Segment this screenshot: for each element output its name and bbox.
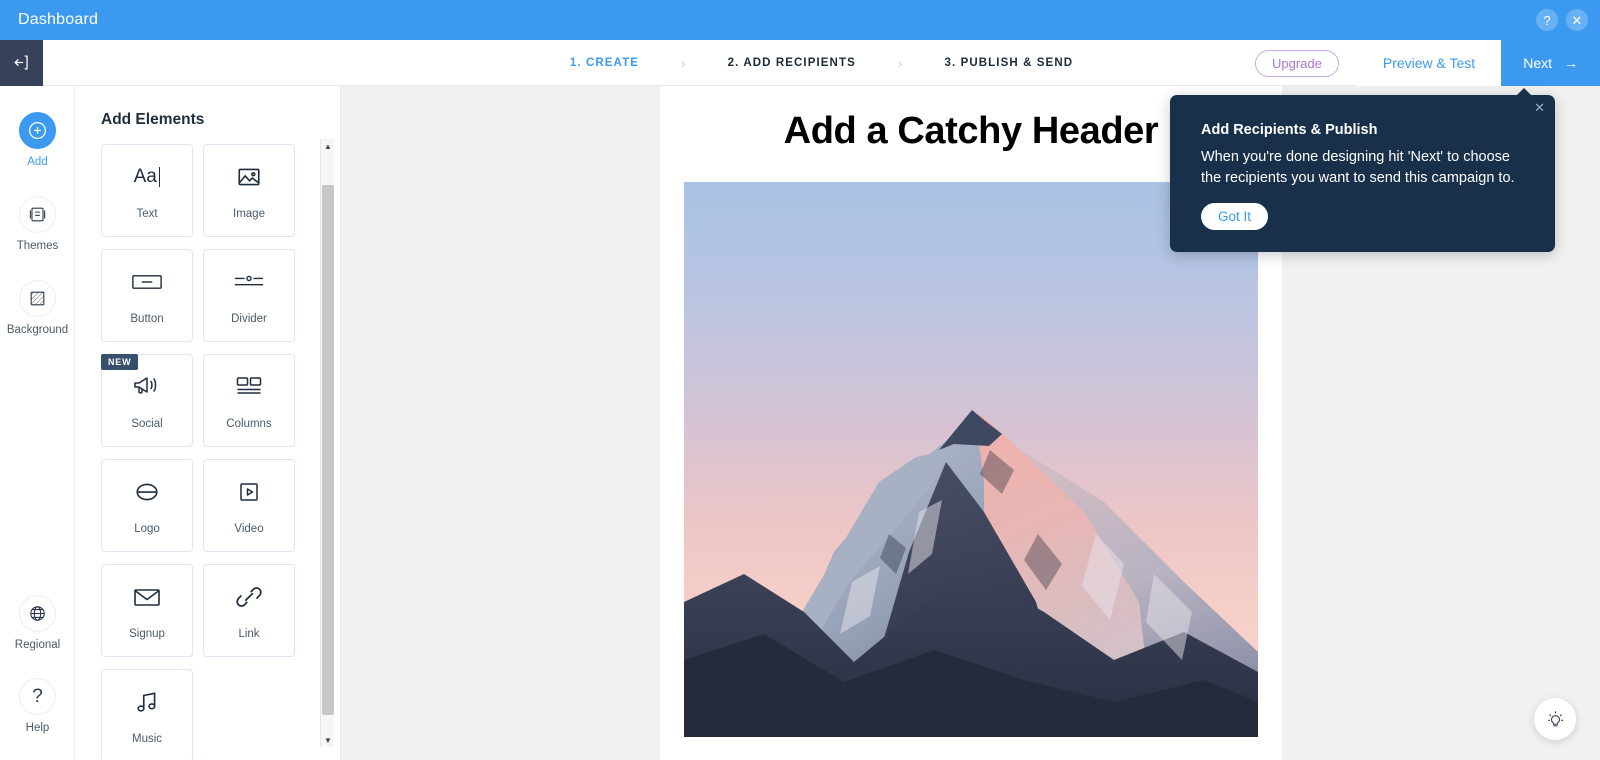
tooltip-close-icon[interactable]: ✕ — [1534, 101, 1545, 114]
element-button[interactable]: Button — [101, 249, 193, 342]
tooltip-title: Add Recipients & Publish — [1201, 122, 1378, 138]
step-separator-1: › — [680, 54, 686, 71]
rail-item-regional[interactable]: Regional — [0, 595, 75, 651]
panel-scrollbar[interactable]: ▲ ▼ — [320, 139, 334, 747]
element-label: Video — [234, 522, 264, 535]
scrollbar-thumb[interactable] — [322, 185, 334, 715]
onboarding-tooltip: ✕ Add Recipients & Publish When you're d… — [1170, 88, 1555, 252]
element-label: Signup — [129, 627, 165, 640]
rail-item-help[interactable]: ? Help — [0, 678, 75, 734]
element-label: Image — [233, 207, 265, 220]
scroll-down-arrow-icon[interactable]: ▼ — [321, 733, 335, 747]
element-label: Music — [131, 732, 163, 745]
background-icon — [19, 280, 56, 317]
next-button-label: Next — [1523, 55, 1552, 71]
video-play-icon — [237, 477, 261, 507]
top-bar-actions: ? ✕ — [1536, 9, 1588, 31]
arrow-right-icon: → — [1564, 55, 1578, 71]
rail-item-background[interactable]: Background — [0, 280, 75, 336]
button-icon — [132, 267, 162, 297]
element-logo[interactable]: Logo — [101, 459, 193, 552]
scroll-up-arrow-icon[interactable]: ▲ — [321, 139, 335, 153]
envelope-icon — [133, 582, 161, 612]
element-label: Divider — [231, 312, 267, 325]
rail-label-regional: Regional — [14, 639, 61, 651]
element-label: Link — [238, 627, 260, 640]
close-icon[interactable]: ✕ — [1566, 9, 1588, 31]
plus-circle-icon — [19, 112, 56, 149]
tooltip-body: When you're done designing hit 'Next' to… — [1201, 149, 1515, 186]
element-link[interactable]: Link — [203, 564, 295, 657]
upgrade-button[interactable]: Upgrade — [1254, 49, 1339, 77]
rail-item-themes[interactable]: Themes — [0, 196, 75, 252]
app-root: Dashboard ? ✕ 1. CREATE › 2. ADD RECIPIE… — [0, 0, 1600, 760]
rail-label-add: Add — [27, 156, 48, 168]
element-signup[interactable]: Signup — [101, 564, 193, 657]
step-create[interactable]: 1. CREATE — [566, 57, 643, 69]
element-divider[interactable]: Divider — [203, 249, 295, 342]
exit-arrow-icon — [14, 55, 28, 70]
preview-and-test-button[interactable]: Preview & Test — [1356, 40, 1502, 86]
divider-icon — [234, 267, 264, 297]
element-label: Columns — [226, 417, 272, 430]
tooltip-pointer — [1516, 88, 1532, 96]
step-add-recipients[interactable]: 2. ADD RECIPIENTS — [724, 57, 860, 69]
panel-title: Add Elements — [101, 111, 205, 128]
themes-icon — [19, 196, 56, 233]
element-social[interactable]: NEW Social — [101, 354, 193, 447]
element-music[interactable]: Music — [101, 669, 193, 760]
element-label: Text — [136, 207, 158, 220]
globe-icon — [19, 595, 56, 632]
columns-icon — [236, 372, 262, 402]
element-label: Social — [131, 417, 163, 430]
element-text[interactable]: Aa Text — [101, 144, 193, 237]
logo-icon — [134, 477, 160, 507]
element-video[interactable]: Video — [203, 459, 295, 552]
element-columns[interactable]: Columns — [203, 354, 295, 447]
tips-fab-button[interactable] — [1534, 698, 1576, 740]
image-icon — [236, 162, 262, 192]
rail-label-background: Background — [6, 324, 69, 336]
elements-grid: Aa Text Image Button Divider NEW Social … — [101, 144, 309, 760]
lightbulb-icon — [1547, 710, 1563, 726]
rail-label-themes: Themes — [16, 240, 59, 252]
back-button[interactable] — [0, 39, 43, 86]
add-elements-panel: Add Elements Aa Text Image Button Divide… — [75, 86, 341, 760]
step-publish-send[interactable]: 3. PUBLISH & SEND — [941, 57, 1078, 69]
step-separator-2: › — [897, 54, 903, 71]
question-mark-icon: ? — [19, 678, 56, 715]
step-bar-actions: Upgrade Preview & Test Next → — [1254, 40, 1600, 86]
rail-item-add[interactable]: Add — [0, 112, 75, 168]
left-rail: Add Themes Background Regional ? Help — [0, 86, 75, 760]
next-button[interactable]: Next → — [1501, 40, 1600, 86]
element-label: Logo — [134, 522, 160, 535]
page-title: Dashboard — [18, 11, 99, 28]
link-chain-icon — [236, 582, 262, 612]
music-note-icon — [134, 687, 160, 717]
top-bar: Dashboard ? ✕ — [0, 0, 1600, 40]
got-it-button[interactable]: Got It — [1201, 203, 1269, 230]
new-badge: NEW — [101, 354, 139, 370]
canvas-image-block[interactable] — [684, 182, 1258, 737]
step-bar: 1. CREATE › 2. ADD RECIPIENTS › 3. PUBLI… — [0, 39, 1600, 86]
help-icon[interactable]: ? — [1536, 9, 1558, 31]
element-image[interactable]: Image — [203, 144, 295, 237]
megaphone-icon — [133, 372, 161, 402]
text-aa-icon: Aa — [134, 162, 161, 192]
element-label: Button — [130, 312, 164, 325]
mountain-illustration — [684, 410, 1258, 737]
rail-label-help: Help — [25, 722, 50, 734]
step-breadcrumb: 1. CREATE › 2. ADD RECIPIENTS › 3. PUBLI… — [566, 55, 1077, 71]
